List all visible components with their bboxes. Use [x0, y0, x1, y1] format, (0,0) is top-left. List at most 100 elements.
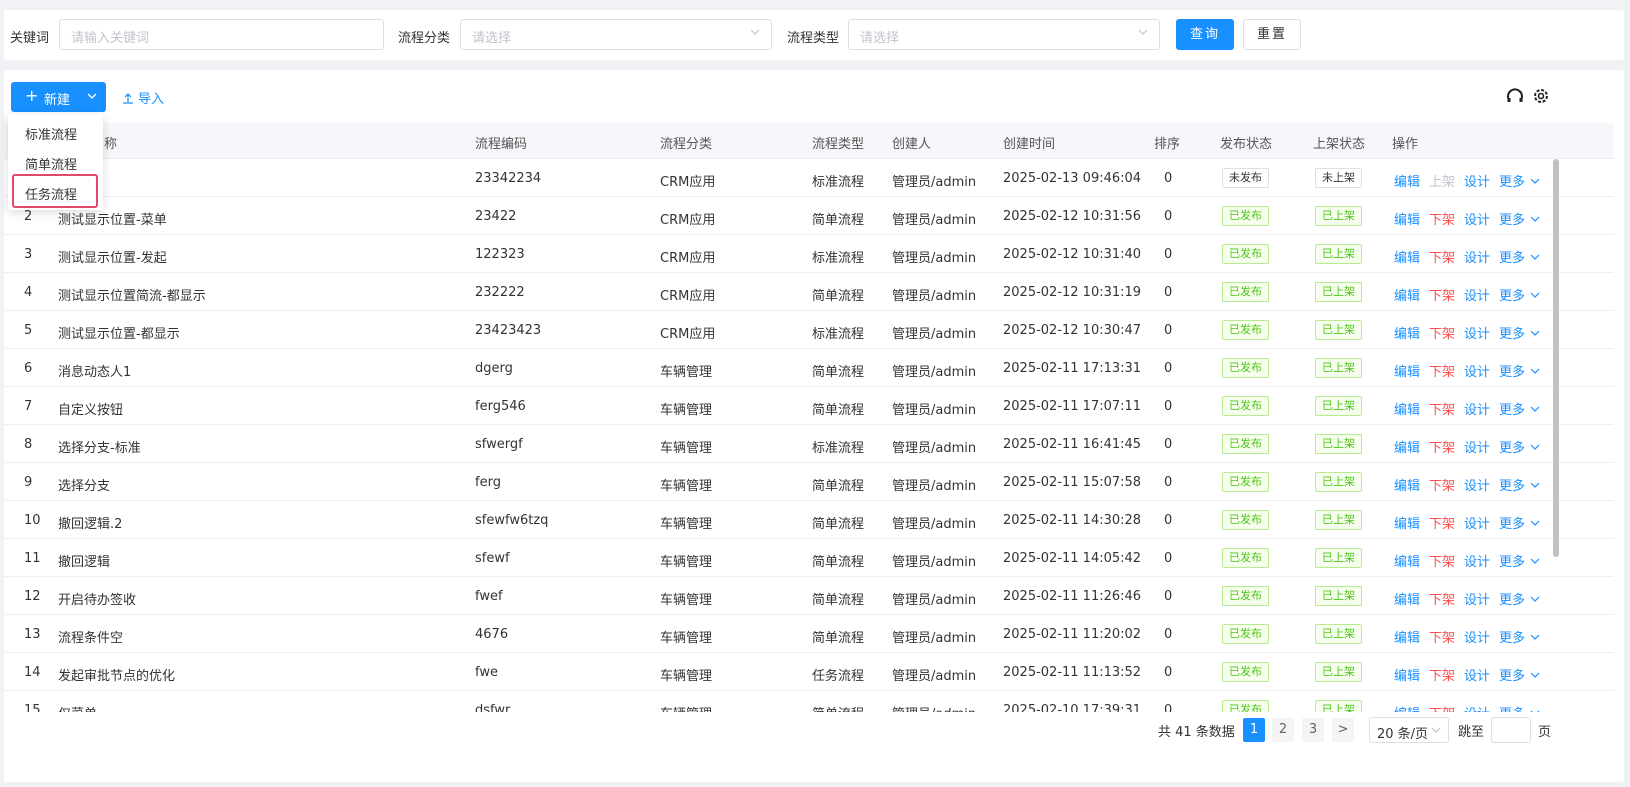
design-link[interactable]: 设计	[1464, 171, 1490, 190]
gear-icon[interactable]	[1531, 86, 1551, 106]
publish-status-badge: 未发布	[1222, 168, 1269, 188]
row-type: 简单流程	[812, 213, 865, 228]
import-button[interactable]: 导入	[122, 88, 164, 107]
page-size-select[interactable]: 20 条/页	[1369, 717, 1449, 743]
shelf-toggle-link[interactable]: 下架	[1429, 665, 1455, 684]
design-link[interactable]: 设计	[1464, 437, 1490, 456]
shelf-toggle-link[interactable]: 下架	[1429, 323, 1455, 342]
edit-link[interactable]: 编辑	[1394, 551, 1420, 570]
next-page-button[interactable]: >	[1332, 718, 1354, 742]
edit-link[interactable]: 编辑	[1394, 475, 1420, 494]
dropdown-item-simple[interactable]: 简单流程	[25, 154, 77, 173]
row-sort: 0	[1164, 323, 1173, 338]
edit-link[interactable]: 编辑	[1394, 399, 1420, 418]
design-link[interactable]: 设计	[1464, 323, 1490, 342]
design-link[interactable]: 设计	[1464, 513, 1490, 532]
more-link[interactable]: 更多	[1499, 475, 1541, 494]
table-body: 程23342234CRM应用标准流程管理员/admin2025-02-13 09…	[4, 159, 1614, 712]
shelf-toggle-link[interactable]: 下架	[1429, 209, 1455, 228]
design-link[interactable]: 设计	[1464, 247, 1490, 266]
publish-status-badge: 已发布	[1222, 624, 1269, 644]
row-creator: 管理员/admin	[892, 213, 977, 228]
jump-page-input[interactable]	[1491, 717, 1531, 743]
edit-link[interactable]: 编辑	[1394, 285, 1420, 304]
page-2-button[interactable]: 2	[1272, 718, 1294, 742]
shelf-toggle-link[interactable]: 下架	[1429, 551, 1455, 570]
row-name: 撤回逻辑	[58, 555, 111, 570]
edit-link[interactable]: 编辑	[1394, 589, 1420, 608]
more-link[interactable]: 更多	[1499, 247, 1541, 266]
edit-link[interactable]: 编辑	[1394, 171, 1420, 190]
more-link[interactable]: 更多	[1499, 361, 1541, 380]
design-link[interactable]: 设计	[1464, 551, 1490, 570]
edit-link[interactable]: 编辑	[1394, 209, 1420, 228]
more-link[interactable]: 更多	[1499, 665, 1541, 684]
new-button[interactable]: + 新建	[11, 82, 106, 112]
table-row: 3 测试显示位置-发起 122323 CRM应用 标准流程 管理员/admin 2025-0…	[4, 235, 1614, 273]
more-link[interactable]: 更多	[1499, 323, 1541, 342]
design-link[interactable]: 设计	[1464, 703, 1490, 712]
row-name: 仅菜单	[58, 703, 97, 712]
more-link[interactable]: 更多	[1499, 627, 1541, 646]
design-link[interactable]: 设计	[1464, 475, 1490, 494]
page-1-button[interactable]: 1	[1243, 718, 1265, 742]
shelf-toggle-link[interactable]: 下架	[1429, 513, 1455, 532]
edit-link[interactable]: 编辑	[1394, 627, 1420, 646]
query-button[interactable]: 查询	[1176, 19, 1234, 50]
shelf-toggle-link[interactable]: 下架	[1429, 589, 1455, 608]
category-select[interactable]: 请选择	[460, 19, 772, 50]
row-category: CRM应用	[660, 327, 716, 342]
shelf-toggle-link[interactable]: 下架	[1429, 437, 1455, 456]
row-name: 选择分支-标准	[58, 441, 141, 456]
edit-link[interactable]: 编辑	[1394, 437, 1420, 456]
shelf-toggle-link[interactable]: 下架	[1429, 247, 1455, 266]
shelf-toggle-link[interactable]: 下架	[1429, 703, 1455, 712]
chevron-down-icon	[1530, 558, 1540, 564]
shelf-toggle-link[interactable]: 下架	[1429, 475, 1455, 494]
edit-link[interactable]: 编辑	[1394, 513, 1420, 532]
row-creator: 管理员/admin	[892, 403, 977, 418]
row-index: 3	[24, 247, 33, 262]
type-select[interactable]: 请选择	[848, 19, 1160, 50]
more-link[interactable]: 更多	[1499, 209, 1541, 228]
more-link[interactable]: 更多	[1499, 589, 1541, 608]
design-link[interactable]: 设计	[1464, 627, 1490, 646]
edit-link[interactable]: 编辑	[1394, 703, 1420, 712]
design-link[interactable]: 设计	[1464, 665, 1490, 684]
shelf-toggle-link[interactable]: 上架	[1429, 171, 1455, 190]
design-link[interactable]: 设计	[1464, 209, 1490, 228]
more-link[interactable]: 更多	[1499, 285, 1541, 304]
design-link[interactable]: 设计	[1464, 285, 1490, 304]
vertical-scrollbar[interactable]	[1553, 159, 1559, 557]
more-link[interactable]: 更多	[1499, 399, 1541, 418]
reset-button[interactable]: 重置	[1243, 19, 1301, 50]
edit-link[interactable]: 编辑	[1394, 361, 1420, 380]
more-link[interactable]: 更多	[1499, 551, 1541, 570]
shelf-toggle-link[interactable]: 下架	[1429, 361, 1455, 380]
shelf-toggle-link[interactable]: 下架	[1429, 627, 1455, 646]
shelf-toggle-link[interactable]: 下架	[1429, 285, 1455, 304]
edit-link[interactable]: 编辑	[1394, 665, 1420, 684]
row-type: 简单流程	[812, 593, 865, 608]
dropdown-item-standard[interactable]: 标准流程	[25, 124, 77, 143]
more-link[interactable]: 更多	[1499, 703, 1541, 712]
design-link[interactable]: 设计	[1464, 589, 1490, 608]
keyword-input[interactable]: 请输入关键词	[59, 19, 384, 50]
design-link[interactable]: 设计	[1464, 399, 1490, 418]
more-link[interactable]: 更多	[1499, 513, 1541, 532]
more-link[interactable]: 更多	[1499, 437, 1541, 456]
row-created-at: 2025-02-10 17:39:31	[1003, 703, 1142, 712]
edit-link[interactable]: 编辑	[1394, 323, 1420, 342]
row-index: 15	[24, 703, 41, 712]
header-sort: 排序	[1154, 137, 1181, 152]
more-link[interactable]: 更多	[1499, 171, 1541, 190]
design-link[interactable]: 设计	[1464, 361, 1490, 380]
more-label: 更多	[1499, 593, 1526, 608]
more-label: 更多	[1499, 403, 1526, 418]
shelf-toggle-link[interactable]: 下架	[1429, 399, 1455, 418]
table-row: 4 测试显示位置简流-都显示 232222 CRM应用 简单流程 管理员/admin 202…	[4, 273, 1614, 311]
page-3-button[interactable]: 3	[1302, 718, 1324, 742]
refresh-icon[interactable]	[1505, 86, 1525, 106]
row-index: 7	[24, 399, 33, 414]
edit-link[interactable]: 编辑	[1394, 247, 1420, 266]
